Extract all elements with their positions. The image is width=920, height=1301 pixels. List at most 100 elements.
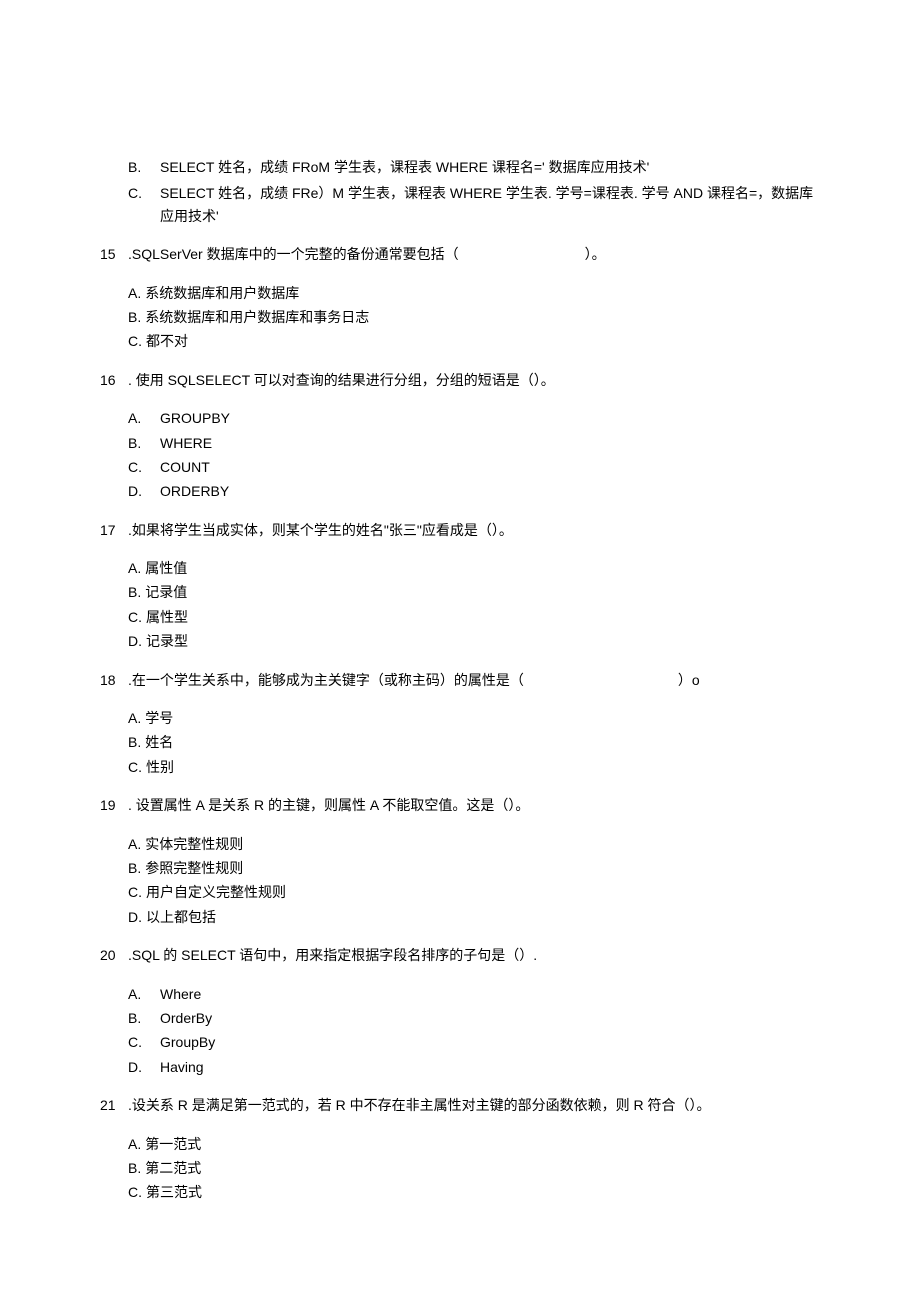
option-text: 系统数据库和用户数据库 — [141, 282, 299, 304]
option-line: C.GroupBy — [100, 1031, 820, 1053]
option-letter: A. — [128, 1133, 141, 1155]
question-line: 17.如果将学生当成实体，则某个学生的姓名"张三"应看成是（）。 — [100, 519, 820, 541]
question-number: 16 — [100, 369, 128, 391]
option-letter: B. — [128, 857, 141, 879]
option-text: 第二范式 — [141, 1157, 201, 1179]
option-text: 属性值 — [141, 557, 187, 579]
question-number: 15 — [100, 243, 128, 265]
question-line: 20.SQL 的 SELECT 语句中，用来指定根据字段名排序的子句是（）. — [100, 944, 820, 966]
option-text: Having — [156, 1056, 204, 1078]
option-line: A.属性值 — [100, 557, 820, 579]
option-line: B.WHERE — [100, 432, 820, 454]
question-text: . 使用 SQLSELECT 可以对查询的结果进行分组，分组的短语是（）。 — [128, 369, 820, 391]
option-letter: C. — [128, 1181, 142, 1203]
option-text: GroupBy — [156, 1031, 215, 1053]
question-line: 18.在一个学生关系中，能够成为主关键字（或称主码）的属性是（ ）o — [100, 669, 820, 691]
option-line: B.参照完整性规则 — [100, 857, 820, 879]
question-line: 21.设关系 R 是满足第一范式的，若 R 中不存在非主属性对主键的部分函数依赖… — [100, 1094, 820, 1116]
option-letter: A. — [128, 407, 156, 429]
question-block: 16. 使用 SQLSELECT 可以对查询的结果进行分组，分组的短语是（）。 A… — [100, 369, 820, 503]
options-block: A.第一范式B.第二范式C.第三范式 — [100, 1133, 820, 1204]
question-block: 21.设关系 R 是满足第一范式的，若 R 中不存在非主属性对主键的部分函数依赖… — [100, 1094, 820, 1204]
option-line: B.姓名 — [100, 731, 820, 753]
option-line: D.ORDERBY — [100, 480, 820, 502]
option-text: WHERE — [156, 432, 212, 454]
option-text: 姓名 — [141, 731, 173, 753]
option-letter: C. — [128, 330, 142, 352]
option-text: 第一范式 — [141, 1133, 201, 1155]
option-letter: C. — [128, 756, 142, 778]
option-letter: D. — [128, 630, 142, 652]
option-letter: C. — [128, 881, 142, 903]
option-letter: C. — [128, 1031, 156, 1053]
option-line: A.第一范式 — [100, 1133, 820, 1155]
question-block: 17.如果将学生当成实体，则某个学生的姓名"张三"应看成是（）。A.属性值B.记… — [100, 519, 820, 653]
question-text: .SQL 的 SELECT 语句中，用来指定根据字段名排序的子句是（）. — [128, 944, 820, 966]
option-text: COUNT — [156, 456, 210, 478]
option-letter: C. — [128, 606, 142, 628]
option-line: B.系统数据库和用户数据库和事务日志 — [100, 306, 820, 328]
question-number: 17 — [100, 519, 128, 541]
option-text: SELECT 姓名，成绩 FRoM 学生表，课程表 WHERE 课程名=' 数据… — [156, 156, 649, 178]
option-letter: A. — [128, 282, 141, 304]
option-letter: B. — [128, 1157, 141, 1179]
option-line: A.系统数据库和用户数据库 — [100, 282, 820, 304]
option-line: B.第二范式 — [100, 1157, 820, 1179]
option-letter: B. — [128, 581, 141, 603]
question-number: 19 — [100, 794, 128, 816]
option-text: 性别 — [142, 756, 174, 778]
options-block: A.GROUPBY B.WHEREC.COUNTD.ORDERBY — [100, 407, 820, 503]
pre-options-block: B.SELECT 姓名，成绩 FRoM 学生表，课程表 WHERE 课程名=' … — [100, 156, 820, 227]
question-text: .设关系 R 是满足第一范式的，若 R 中不存在非主属性对主键的部分函数依赖，则… — [128, 1094, 820, 1116]
option-text: 记录值 — [141, 581, 187, 603]
option-text: 以上都包括 — [142, 906, 216, 928]
option-letter: B. — [128, 432, 156, 454]
option-letter: A. — [128, 983, 156, 1005]
option-line: C.都不对 — [100, 330, 820, 352]
option-line: A.学号 — [100, 707, 820, 729]
option-letter: A. — [128, 707, 141, 729]
option-line: C.SELECT 姓名，成绩 FRe）M 学生表，课程表 WHERE 学生表. … — [100, 182, 820, 227]
question-text: .如果将学生当成实体，则某个学生的姓名"张三"应看成是（）。 — [128, 519, 820, 541]
question-block: 19. 设置属性 A 是关系 R 的主键，则属性 A 不能取空值。这是（）。 A.… — [100, 794, 820, 928]
option-text: 用户自定义完整性规则 — [142, 881, 286, 903]
question-block: 15.SQLSerVer 数据库中的一个完整的备份通常要包括（ ）。 A.系统数据… — [100, 243, 820, 353]
option-line: C.第三范式 — [100, 1181, 820, 1203]
question-line: 16. 使用 SQLSELECT 可以对查询的结果进行分组，分组的短语是（）。 — [100, 369, 820, 391]
question-number: 20 — [100, 944, 128, 966]
option-line: C.性别 — [100, 756, 820, 778]
question-text: . 设置属性 A 是关系 R 的主键，则属性 A 不能取空值。这是（）。 — [128, 794, 820, 816]
question-text: .在一个学生关系中，能够成为主关键字（或称主码）的属性是（ ）o — [128, 669, 820, 691]
option-text: Where — [156, 983, 201, 1005]
option-line: A.GROUPBY — [100, 407, 820, 429]
option-line: B.SELECT 姓名，成绩 FRoM 学生表，课程表 WHERE 课程名=' … — [100, 156, 820, 178]
option-text: 记录型 — [142, 630, 188, 652]
option-line: B.记录值 — [100, 581, 820, 603]
option-text: 都不对 — [142, 330, 188, 352]
options-block: A.系统数据库和用户数据库B.系统数据库和用户数据库和事务日志C.都不对 — [100, 282, 820, 353]
option-text: 属性型 — [142, 606, 188, 628]
option-text: 学号 — [141, 707, 173, 729]
option-letter: D. — [128, 480, 156, 502]
option-text: 实体完整性规则 — [141, 833, 243, 855]
option-text: 参照完整性规则 — [141, 857, 243, 879]
option-line: A.Where — [100, 983, 820, 1005]
option-letter: B. — [128, 156, 156, 178]
option-line: C.COUNT — [100, 456, 820, 478]
option-text: 系统数据库和用户数据库和事务日志 — [141, 306, 369, 328]
option-line: C.用户自定义完整性规则 — [100, 881, 820, 903]
option-line: C.属性型 — [100, 606, 820, 628]
option-line: D.记录型 — [100, 630, 820, 652]
option-letter: B. — [128, 731, 141, 753]
option-line: D.Having — [100, 1056, 820, 1078]
question-number: 18 — [100, 669, 128, 691]
option-letter: B. — [128, 1007, 156, 1029]
option-letter: C. — [128, 182, 156, 227]
option-letter: A. — [128, 833, 141, 855]
question-text: .SQLSerVer 数据库中的一个完整的备份通常要包括（ ）。 — [128, 243, 820, 265]
option-letter: D. — [128, 1056, 156, 1078]
option-text: OrderBy — [156, 1007, 212, 1029]
option-letter: B. — [128, 306, 141, 328]
question-block: 18.在一个学生关系中，能够成为主关键字（或称主码）的属性是（ ）o A.学号B.… — [100, 669, 820, 779]
option-text: ORDERBY — [156, 480, 229, 502]
